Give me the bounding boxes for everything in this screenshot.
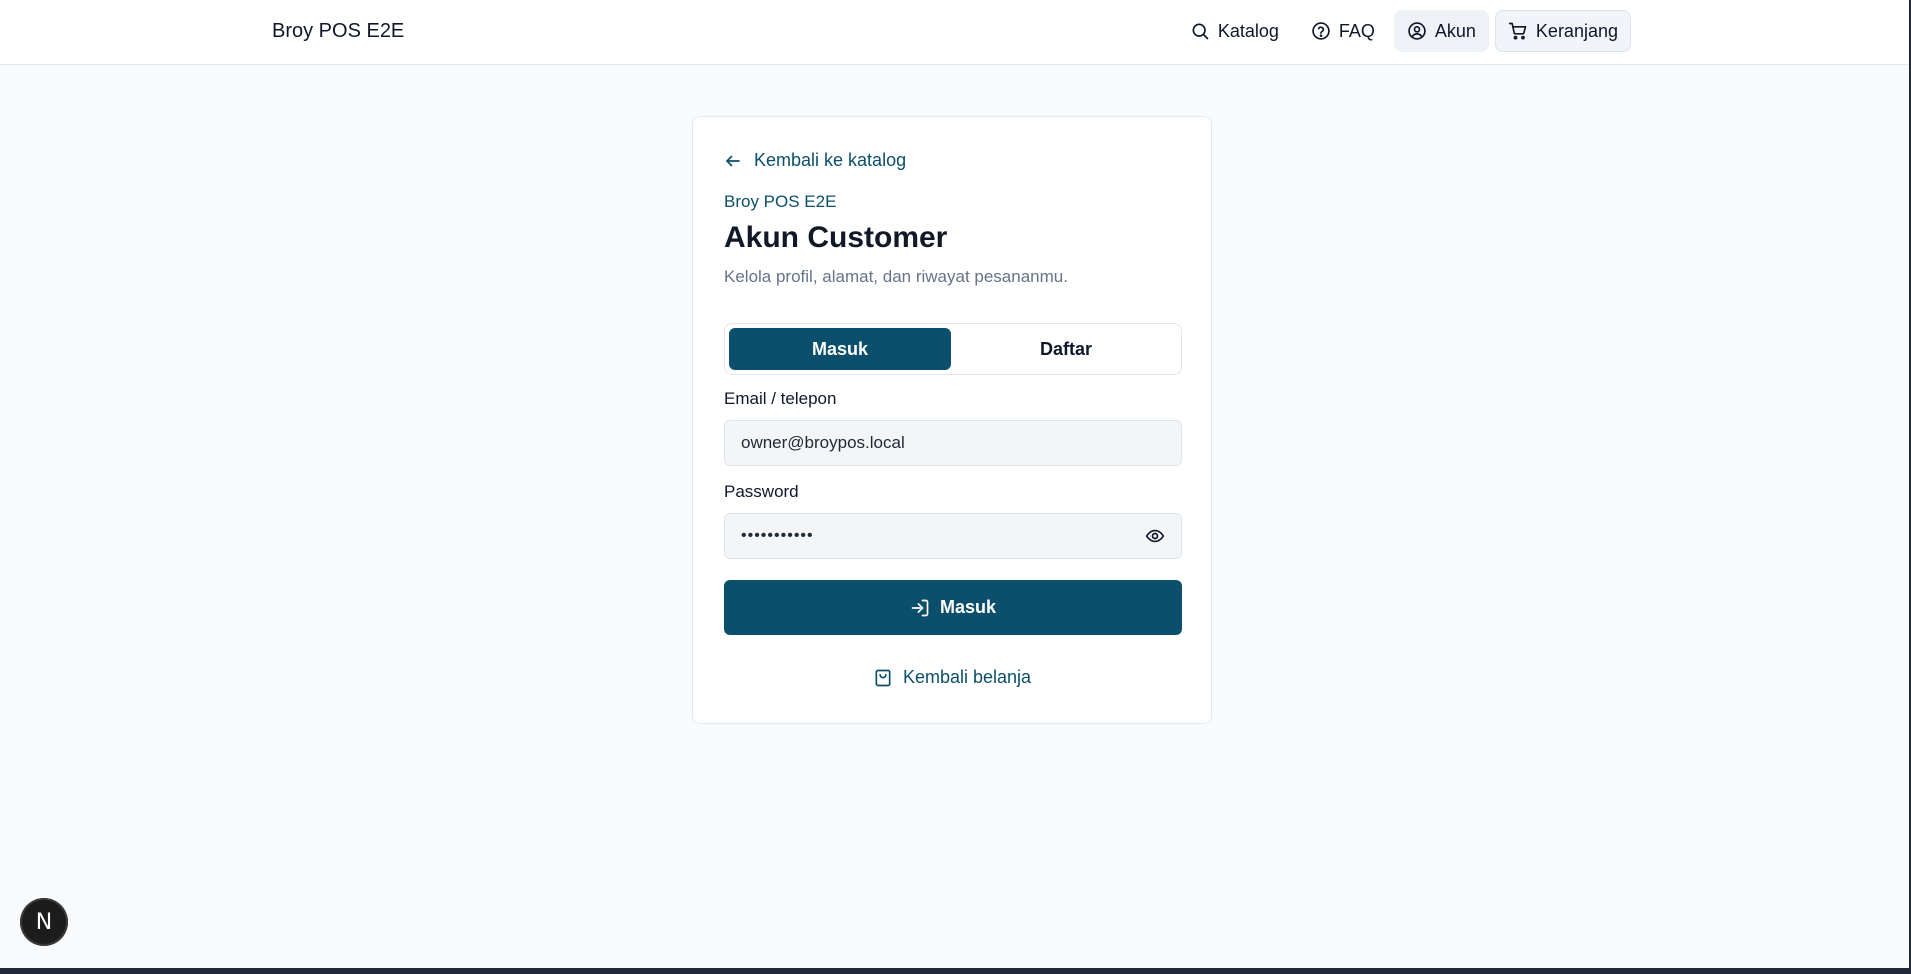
back-to-shop-label: Kembali belanja (902, 667, 1032, 687)
back-to-shop-link[interactable]: Kembali belanja (693, 667, 1211, 688)
arrow-left-icon (726, 155, 740, 166)
eye-icon[interactable] (1145, 526, 1165, 546)
page-subtitle: Kelola profil, alamat, dan riwayat pesan… (724, 267, 1068, 286)
email-field[interactable]: owner@broypos.local (724, 420, 1182, 466)
password-label: Password (724, 482, 799, 501)
email-value: owner@broypos.local (741, 433, 905, 452)
main-nav: Katalog FAQ Akun Keranjang (1177, 10, 1631, 52)
auth-tabs: Masuk Daftar (724, 323, 1182, 375)
nav-catalog[interactable]: Katalog (1177, 10, 1292, 52)
nav-account-label: Akun (1434, 20, 1476, 41)
cart-icon (1508, 22, 1527, 40)
password-value: ••••••••••• (741, 527, 814, 544)
browser-viewport: Broy POS E2E Katalog FAQ Akun Keranjang … (0, 0, 1911, 968)
top-navbar: Broy POS E2E Katalog FAQ Akun Keranjang (0, 0, 1909, 65)
store-name: Broy POS E2E (724, 192, 837, 211)
log-in-icon (911, 599, 929, 616)
back-to-catalog-link[interactable]: Kembali ke katalog (724, 150, 906, 171)
login-submit-label: Masuk (939, 597, 997, 617)
back-to-catalog-label: Kembali ke katalog (754, 150, 907, 170)
devtools-badge[interactable]: N (20, 898, 68, 946)
login-submit-button[interactable]: Masuk (724, 580, 1182, 635)
account-login-card: Kembali ke katalog Broy POS E2E Akun Cus… (692, 116, 1212, 724)
brand-logo-text[interactable]: Broy POS E2E (272, 20, 404, 43)
nav-catalog-label: Katalog (1217, 20, 1279, 41)
password-field[interactable]: ••••••••••• (724, 513, 1182, 559)
tab-register[interactable]: Daftar (955, 328, 1177, 370)
search-icon (1192, 23, 1209, 40)
shopping-bag-icon (875, 669, 891, 686)
tab-login[interactable]: Masuk (729, 328, 951, 370)
nav-account[interactable]: Akun (1393, 10, 1489, 52)
nav-cart[interactable]: Keranjang (1494, 10, 1631, 52)
user-circle-icon (1408, 22, 1426, 40)
help-circle-icon (1312, 22, 1330, 40)
email-label: Email / telepon (724, 389, 837, 408)
nav-cart-label: Keranjang (1535, 20, 1618, 41)
page-title: Akun Customer (724, 221, 948, 254)
nav-faq-label: FAQ (1338, 20, 1375, 41)
nav-faq[interactable]: FAQ (1298, 10, 1388, 52)
